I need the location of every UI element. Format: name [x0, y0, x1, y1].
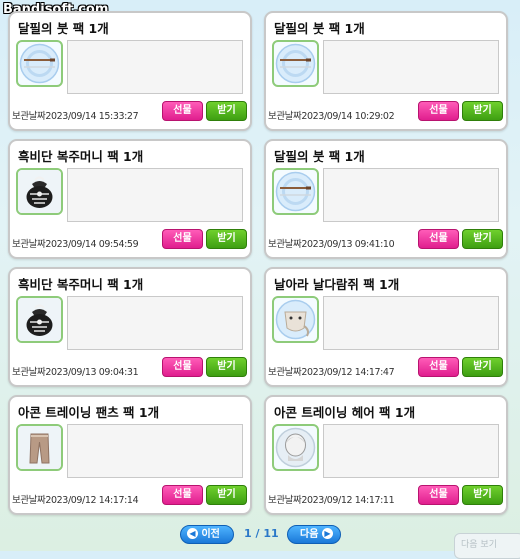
message-box [323, 40, 499, 94]
receive-button[interactable]: 받기 [206, 357, 247, 377]
card-title: 아콘 트레이닝 팬츠 팩 1개 [18, 405, 160, 420]
card-title: 달필의 붓 팩 1개 [18, 21, 109, 36]
receive-button[interactable]: 받기 [206, 485, 247, 505]
corner-button[interactable]: 다음 보기 [454, 533, 520, 559]
gift-button[interactable]: 선물 [162, 485, 203, 505]
receive-button[interactable]: 받기 [462, 229, 503, 249]
training-pants-icon [16, 424, 63, 471]
gift-card: 아콘 트레이닝 팬츠 팩 1개 보관날짜2023/09/12 14:17:14 … [8, 395, 252, 515]
storage-date: 보관날짜2023/09/12 14:17:14 [12, 495, 139, 506]
storage-date: 보관날짜2023/09/12 14:17:47 [268, 367, 395, 378]
message-box [323, 424, 499, 478]
chevron-left-icon: ◀ [187, 527, 198, 539]
gift-card: 달필의 붓 팩 1개 보관날짜2023/09/14 10:29:02 선물 받기 [264, 11, 508, 131]
gift-card: 날아라 날다람쥐 팩 1개 보관날짜2023/09/12 14:17:47 선물… [264, 267, 508, 387]
gift-card: 달필의 붓 팩 1개 보관날짜2023/09/14 15:33:27 선물 받기 [8, 11, 252, 131]
message-box [67, 424, 243, 478]
flying-squirrel-icon [272, 296, 319, 343]
storage-date: 보관날짜2023/09/14 09:54:59 [12, 239, 139, 250]
card-title: 아콘 트레이닝 헤어 팩 1개 [274, 405, 416, 420]
brush-icon [16, 40, 63, 87]
chevron-right-icon: ▶ [321, 527, 333, 539]
receive-button[interactable]: 받기 [206, 101, 247, 121]
card-title: 달필의 붓 팩 1개 [274, 149, 365, 164]
storage-date: 보관날짜2023/09/14 15:33:27 [12, 111, 139, 122]
prev-page-button[interactable]: ◀ 이전 [180, 525, 234, 544]
card-title: 날아라 날다람쥐 팩 1개 [274, 277, 400, 292]
card-title: 흑비단 복주머니 팩 1개 [18, 149, 144, 164]
message-box [323, 296, 499, 350]
receive-button[interactable]: 받기 [462, 485, 503, 505]
page-indicator: 1 / 11 [244, 527, 279, 540]
card-title: 달필의 붓 팩 1개 [274, 21, 365, 36]
storage-date: 보관날짜2023/09/14 10:29:02 [268, 111, 395, 122]
gift-card: 흑비단 복주머니 팩 1개 보관날짜2023/09/13 09:04:31 선물… [8, 267, 252, 387]
storage-date: 보관날짜2023/09/13 09:04:31 [12, 367, 139, 378]
gift-button[interactable]: 선물 [418, 357, 459, 377]
storage-date: 보관날짜2023/09/13 09:41:10 [268, 239, 395, 250]
brush-icon [272, 168, 319, 215]
gift-button[interactable]: 선물 [162, 101, 203, 121]
pagination: ◀ 이전 1 / 11 다음 ▶ [0, 525, 520, 545]
receive-button[interactable]: 받기 [462, 357, 503, 377]
message-box [323, 168, 499, 222]
storage-date: 보관날짜2023/09/12 14:17:11 [268, 495, 395, 506]
gift-button[interactable]: 선물 [418, 101, 459, 121]
gift-card: 흑비단 복주머니 팩 1개 보관날짜2023/09/14 09:54:59 선물… [8, 139, 252, 259]
lucky-pouch-icon [16, 296, 63, 343]
lucky-pouch-icon [16, 168, 63, 215]
gift-button[interactable]: 선물 [418, 229, 459, 249]
gift-card: 달필의 붓 팩 1개 보관날짜2023/09/13 09:41:10 선물 받기 [264, 139, 508, 259]
message-box [67, 40, 243, 94]
receive-button[interactable]: 받기 [462, 101, 503, 121]
receive-button[interactable]: 받기 [206, 229, 247, 249]
message-box [67, 296, 243, 350]
gift-card: 아콘 트레이닝 헤어 팩 1개 보관날짜2023/09/12 14:17:11 … [264, 395, 508, 515]
message-box [67, 168, 243, 222]
gift-button[interactable]: 선물 [162, 357, 203, 377]
brush-icon [272, 40, 319, 87]
training-hair-icon [272, 424, 319, 471]
next-page-button[interactable]: 다음 ▶ [287, 525, 341, 544]
gift-button[interactable]: 선물 [162, 229, 203, 249]
card-title: 흑비단 복주머니 팩 1개 [18, 277, 144, 292]
gift-button[interactable]: 선물 [418, 485, 459, 505]
